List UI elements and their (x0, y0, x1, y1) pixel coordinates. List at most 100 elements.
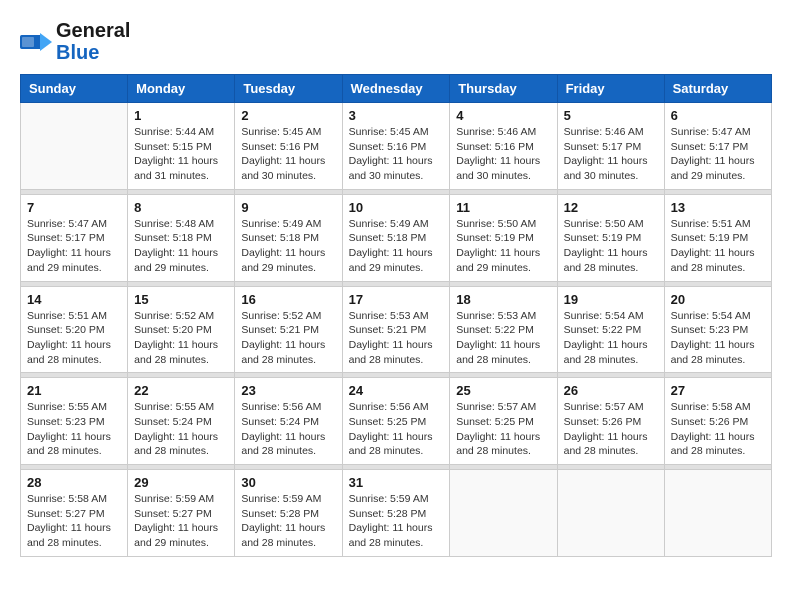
day-info: Sunrise: 5:55 AMSunset: 5:24 PMDaylight:… (134, 400, 228, 459)
calendar-cell (21, 103, 128, 190)
day-info: Sunrise: 5:44 AMSunset: 5:15 PMDaylight:… (134, 125, 228, 184)
weekday-header: Monday (128, 75, 235, 103)
calendar-cell: 7 Sunrise: 5:47 AMSunset: 5:17 PMDaylight… (21, 194, 128, 281)
day-number: 15 (134, 292, 228, 307)
day-number: 6 (671, 108, 765, 123)
calendar-row: 28 Sunrise: 5:58 AMSunset: 5:27 PMDayligh… (21, 470, 772, 557)
calendar-cell (557, 470, 664, 557)
day-info: Sunrise: 5:58 AMSunset: 5:27 PMDaylight:… (27, 492, 121, 551)
day-info: Sunrise: 5:53 AMSunset: 5:21 PMDaylight:… (349, 309, 444, 368)
day-number: 13 (671, 200, 765, 215)
day-number: 21 (27, 383, 121, 398)
day-info: Sunrise: 5:59 AMSunset: 5:28 PMDaylight:… (241, 492, 335, 551)
weekday-header: Wednesday (342, 75, 450, 103)
day-info: Sunrise: 5:47 AMSunset: 5:17 PMDaylight:… (27, 217, 121, 276)
day-number: 18 (456, 292, 550, 307)
day-number: 8 (134, 200, 228, 215)
day-info: Sunrise: 5:49 AMSunset: 5:18 PMDaylight:… (241, 217, 335, 276)
day-info: Sunrise: 5:47 AMSunset: 5:17 PMDaylight:… (671, 125, 765, 184)
calendar-cell: 14 Sunrise: 5:51 AMSunset: 5:20 PMDayligh… (21, 286, 128, 373)
logo: General Blue (20, 20, 130, 64)
calendar-cell: 3 Sunrise: 5:45 AMSunset: 5:16 PMDaylight… (342, 103, 450, 190)
day-info: Sunrise: 5:45 AMSunset: 5:16 PMDaylight:… (241, 125, 335, 184)
calendar-row: 1 Sunrise: 5:44 AMSunset: 5:15 PMDaylight… (21, 103, 772, 190)
day-info: Sunrise: 5:57 AMSunset: 5:25 PMDaylight:… (456, 400, 550, 459)
calendar-cell: 31 Sunrise: 5:59 AMSunset: 5:28 PMDayligh… (342, 470, 450, 557)
day-info: Sunrise: 5:52 AMSunset: 5:21 PMDaylight:… (241, 309, 335, 368)
day-number: 24 (349, 383, 444, 398)
day-info: Sunrise: 5:57 AMSunset: 5:26 PMDaylight:… (564, 400, 658, 459)
calendar-cell: 13Sunrise: 5:51 AMSunset: 5:19 PMDayligh… (664, 194, 771, 281)
calendar-row: 14 Sunrise: 5:51 AMSunset: 5:20 PMDayligh… (21, 286, 772, 373)
calendar-cell (450, 470, 557, 557)
day-number: 12 (564, 200, 658, 215)
day-number: 5 (564, 108, 658, 123)
day-info: Sunrise: 5:58 AMSunset: 5:26 PMDaylight:… (671, 400, 765, 459)
day-number: 31 (349, 475, 444, 490)
day-number: 28 (27, 475, 121, 490)
day-number: 22 (134, 383, 228, 398)
day-info: Sunrise: 5:46 AMSunset: 5:16 PMDaylight:… (456, 125, 550, 184)
day-info: Sunrise: 5:53 AMSunset: 5:22 PMDaylight:… (456, 309, 550, 368)
calendar-cell: 15 Sunrise: 5:52 AMSunset: 5:20 PMDayligh… (128, 286, 235, 373)
calendar-cell: 9 Sunrise: 5:49 AMSunset: 5:18 PMDaylight… (235, 194, 342, 281)
calendar-cell: 11Sunrise: 5:50 AMSunset: 5:19 PMDayligh… (450, 194, 557, 281)
day-info: Sunrise: 5:52 AMSunset: 5:20 PMDaylight:… (134, 309, 228, 368)
logo-icon (20, 31, 52, 53)
day-number: 16 (241, 292, 335, 307)
day-info: Sunrise: 5:51 AMSunset: 5:20 PMDaylight:… (27, 309, 121, 368)
day-number: 9 (241, 200, 335, 215)
logo-general: General (56, 20, 130, 42)
logo-blue: Blue (56, 42, 99, 64)
calendar-row: 21 Sunrise: 5:55 AMSunset: 5:23 PMDayligh… (21, 378, 772, 465)
day-info: Sunrise: 5:50 AMSunset: 5:19 PMDaylight:… (456, 217, 550, 276)
day-number: 3 (349, 108, 444, 123)
day-info: Sunrise: 5:59 AMSunset: 5:27 PMDaylight:… (134, 492, 228, 551)
calendar-cell: 29Sunrise: 5:59 AMSunset: 5:27 PMDayligh… (128, 470, 235, 557)
day-info: Sunrise: 5:56 AMSunset: 5:24 PMDaylight:… (241, 400, 335, 459)
calendar-cell (664, 470, 771, 557)
calendar-cell: 1 Sunrise: 5:44 AMSunset: 5:15 PMDaylight… (128, 103, 235, 190)
calendar-cell: 26 Sunrise: 5:57 AMSunset: 5:26 PMDayligh… (557, 378, 664, 465)
calendar-cell: 2 Sunrise: 5:45 AMSunset: 5:16 PMDaylight… (235, 103, 342, 190)
calendar-cell: 16 Sunrise: 5:52 AMSunset: 5:21 PMDayligh… (235, 286, 342, 373)
day-info: Sunrise: 5:48 AMSunset: 5:18 PMDaylight:… (134, 217, 228, 276)
day-info: Sunrise: 5:45 AMSunset: 5:16 PMDaylight:… (349, 125, 444, 184)
weekday-header: Thursday (450, 75, 557, 103)
day-number: 23 (241, 383, 335, 398)
day-info: Sunrise: 5:59 AMSunset: 5:28 PMDaylight:… (349, 492, 444, 551)
day-info: Sunrise: 5:46 AMSunset: 5:17 PMDaylight:… (564, 125, 658, 184)
day-info: Sunrise: 5:55 AMSunset: 5:23 PMDaylight:… (27, 400, 121, 459)
day-info: Sunrise: 5:54 AMSunset: 5:23 PMDaylight:… (671, 309, 765, 368)
day-info: Sunrise: 5:50 AMSunset: 5:19 PMDaylight:… (564, 217, 658, 276)
day-info: Sunrise: 5:54 AMSunset: 5:22 PMDaylight:… (564, 309, 658, 368)
day-number: 25 (456, 383, 550, 398)
calendar-cell: 22 Sunrise: 5:55 AMSunset: 5:24 PMDayligh… (128, 378, 235, 465)
day-number: 2 (241, 108, 335, 123)
calendar-cell: 17 Sunrise: 5:53 AMSunset: 5:21 PMDayligh… (342, 286, 450, 373)
day-number: 1 (134, 108, 228, 123)
calendar-cell: 28 Sunrise: 5:58 AMSunset: 5:27 PMDayligh… (21, 470, 128, 557)
calendar-cell: 8 Sunrise: 5:48 AMSunset: 5:18 PMDaylight… (128, 194, 235, 281)
calendar-row: 7 Sunrise: 5:47 AMSunset: 5:17 PMDaylight… (21, 194, 772, 281)
weekday-header: Friday (557, 75, 664, 103)
weekday-header: Saturday (664, 75, 771, 103)
day-number: 30 (241, 475, 335, 490)
day-number: 20 (671, 292, 765, 307)
calendar-cell: 4 Sunrise: 5:46 AMSunset: 5:16 PMDaylight… (450, 103, 557, 190)
calendar-cell: 10Sunrise: 5:49 AMSunset: 5:18 PMDayligh… (342, 194, 450, 281)
day-info: Sunrise: 5:56 AMSunset: 5:25 PMDaylight:… (349, 400, 444, 459)
calendar-cell: 30 Sunrise: 5:59 AMSunset: 5:28 PMDayligh… (235, 470, 342, 557)
day-number: 19 (564, 292, 658, 307)
calendar-cell: 20 Sunrise: 5:54 AMSunset: 5:23 PMDayligh… (664, 286, 771, 373)
calendar-cell: 18 Sunrise: 5:53 AMSunset: 5:22 PMDayligh… (450, 286, 557, 373)
day-number: 4 (456, 108, 550, 123)
day-number: 7 (27, 200, 121, 215)
day-number: 26 (564, 383, 658, 398)
day-number: 17 (349, 292, 444, 307)
calendar-cell: 5 Sunrise: 5:46 AMSunset: 5:17 PMDaylight… (557, 103, 664, 190)
calendar-cell: 27Sunrise: 5:58 AMSunset: 5:26 PMDayligh… (664, 378, 771, 465)
day-number: 14 (27, 292, 121, 307)
calendar-cell: 12 Sunrise: 5:50 AMSunset: 5:19 PMDayligh… (557, 194, 664, 281)
calendar-cell: 23 Sunrise: 5:56 AMSunset: 5:24 PMDayligh… (235, 378, 342, 465)
